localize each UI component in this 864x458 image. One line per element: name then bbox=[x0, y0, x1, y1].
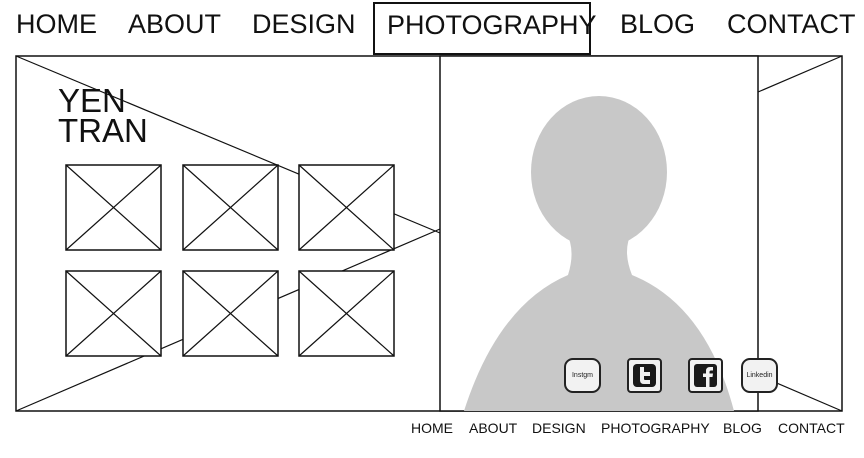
footer-home[interactable]: HOME bbox=[411, 420, 453, 436]
footer-design[interactable]: DESIGN bbox=[532, 420, 586, 436]
linkedin-button[interactable]: Linkedin bbox=[741, 358, 778, 393]
gallery-thumbnail[interactable] bbox=[298, 270, 395, 357]
gallery-thumbnail[interactable] bbox=[182, 164, 279, 251]
linkedin-label: Linkedin bbox=[746, 372, 773, 379]
gallery-thumbnail[interactable] bbox=[65, 164, 162, 251]
instagram-button[interactable]: Instgm bbox=[564, 358, 601, 393]
gallery-thumbnail[interactable] bbox=[182, 270, 279, 357]
instagram-label: Instgm bbox=[571, 372, 593, 379]
footer-blog[interactable]: BLOG bbox=[723, 420, 762, 436]
footer-contact[interactable]: CONTACT bbox=[778, 420, 845, 436]
name-last: TRAN bbox=[58, 112, 148, 149]
footer-about[interactable]: ABOUT bbox=[469, 420, 517, 436]
footer-photography[interactable]: PHOTOGRAPHY bbox=[601, 420, 710, 436]
placeholder-diagonal-c bbox=[757, 55, 843, 93]
gallery-thumbnail[interactable] bbox=[65, 270, 162, 357]
twitter-icon[interactable] bbox=[627, 358, 662, 393]
facebook-icon[interactable] bbox=[688, 358, 723, 393]
gallery-thumbnail[interactable] bbox=[298, 164, 395, 251]
